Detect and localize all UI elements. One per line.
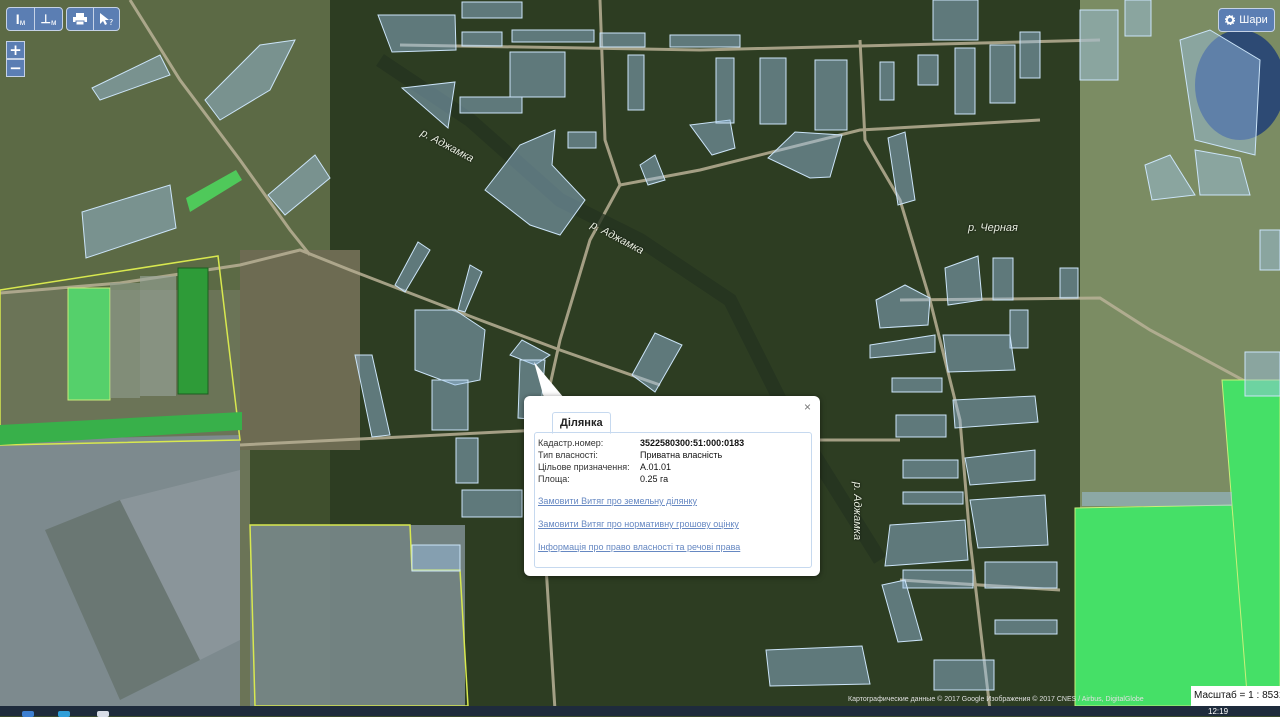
clock: 12:19 xyxy=(1208,707,1229,716)
order-valuation-extract-link[interactable]: Замовити Витяг про нормативну грошову оц… xyxy=(538,519,739,529)
measure-area-button[interactable]: ⊥ м xyxy=(35,8,62,30)
identify-button[interactable]: ? xyxy=(94,8,120,30)
layers-button[interactable]: Шари xyxy=(1218,8,1275,32)
taskbar xyxy=(0,706,1280,716)
measure-tools: Iм ⊥ м xyxy=(6,7,63,31)
tab-parcel[interactable]: Ділянка xyxy=(552,412,611,434)
river-label: р. Аджамка xyxy=(851,481,864,541)
scale-indicator: Масштаб = 1 : 8531 xyxy=(1191,686,1280,706)
layers-label: Шари xyxy=(1239,14,1268,26)
zoom-out-button[interactable]: − xyxy=(6,59,25,77)
gear-icon xyxy=(1225,15,1236,25)
browser-icon[interactable] xyxy=(58,711,70,717)
river-label: р. Черная xyxy=(968,222,1018,234)
zoom-in-button[interactable]: + xyxy=(6,41,25,59)
printer-icon xyxy=(72,13,87,25)
measure-area-icon: ⊥ xyxy=(40,12,51,26)
explorer-icon[interactable] xyxy=(97,711,109,717)
print-button[interactable] xyxy=(67,8,94,30)
svg-text:?: ? xyxy=(109,18,113,26)
popup-pointer xyxy=(534,362,564,398)
close-icon[interactable]: × xyxy=(804,400,811,414)
order-parcel-extract-link[interactable]: Замовити Витяг про земельну ділянку xyxy=(538,496,697,506)
parcel-info-popup: × Ділянка Кадастр.номер: 3522580300:51:0… xyxy=(524,396,820,576)
pointer-question-icon: ? xyxy=(100,13,114,26)
map-attribution: Картографические данные © 2017 Google Из… xyxy=(848,696,1144,703)
map-view[interactable]: р. Аджамка р. Аджамка р. Черная р. Аджам… xyxy=(0,0,1280,716)
satellite-map xyxy=(0,0,1280,716)
start-icon[interactable] xyxy=(22,711,34,717)
measure-line-button[interactable]: Iм xyxy=(7,8,35,30)
ownership-rights-link[interactable]: Інформація про право власності та речові… xyxy=(538,542,740,552)
tools-group: ? xyxy=(66,7,120,31)
